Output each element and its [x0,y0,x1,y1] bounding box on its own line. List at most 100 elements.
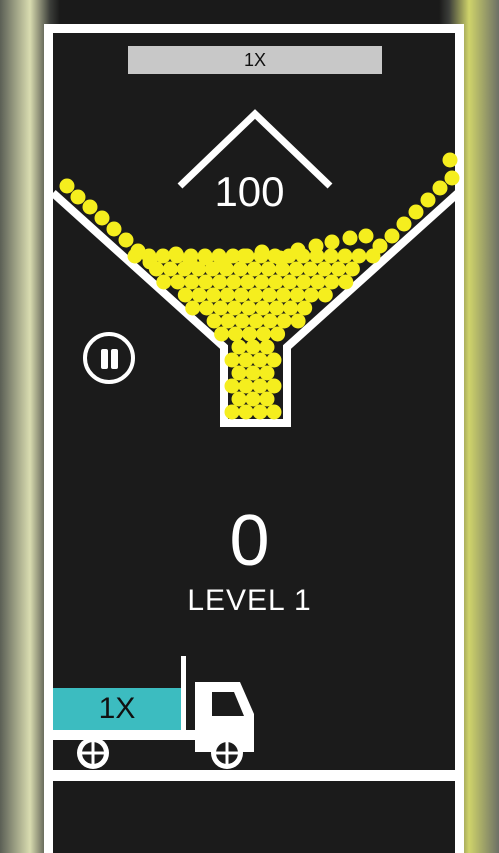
ball [142,254,158,270]
ball [290,242,306,258]
ball [252,404,268,420]
ball [224,404,240,420]
ball [282,274,298,290]
ball [198,250,214,266]
ball [224,378,240,394]
ball [219,287,235,303]
truck-bed [53,730,198,740]
ball [246,261,262,277]
ball [252,352,268,368]
ball [396,216,412,232]
ball [316,261,332,277]
ball [259,365,275,381]
ball [245,391,261,407]
ball [372,238,388,254]
ball [233,287,249,303]
ball [289,287,305,303]
ball [358,228,374,244]
ball [234,313,250,329]
target-count: 100 [214,168,285,215]
ball [254,244,270,260]
ball [226,274,242,290]
ball [275,287,291,303]
ball [324,234,340,250]
score: 0 [229,501,270,581]
ball [168,246,184,262]
ball [240,274,256,290]
ball [224,352,240,368]
ball [296,274,312,290]
truck-multiplier-label: 1X [98,692,136,725]
ball [308,238,324,254]
ball [252,378,268,394]
ball [256,326,272,342]
ball [177,287,193,303]
pause-button[interactable] [83,332,135,384]
ball [310,274,326,290]
ball [323,248,339,264]
ball [191,287,207,303]
ball [184,274,200,290]
ball [337,248,353,264]
ball [242,326,258,342]
ball [324,274,340,290]
level-label: LEVEL 1 [187,584,312,617]
ball [270,326,286,342]
ball [241,300,257,316]
ball [205,287,221,303]
ball [130,243,146,259]
ball [182,254,198,270]
funnel-wall-right [283,190,461,423]
ball [254,274,270,290]
ball [227,300,243,316]
ball [261,287,277,303]
ball [342,230,358,246]
ball [338,274,354,290]
wheel-icon [211,737,243,769]
ball [236,248,252,264]
ball [317,287,333,303]
ball [283,300,299,316]
ball [259,339,275,355]
ball [269,300,285,316]
ball [232,261,248,277]
ball [238,404,254,420]
ball [276,313,292,329]
ball [199,300,215,316]
ball [247,287,263,303]
ball [330,261,346,277]
ball [206,313,222,329]
ball [198,274,214,290]
ball [231,339,247,355]
ball [344,261,360,277]
ball [297,300,313,316]
ball [272,250,288,266]
ball [248,313,264,329]
ball [442,152,458,168]
ball [260,261,276,277]
ball [351,248,367,264]
ball [106,221,122,237]
ball [259,391,275,407]
ball [302,261,318,277]
truck-back-post [181,656,186,734]
wheel-icon [77,737,109,769]
ball [231,391,247,407]
ball [266,352,282,368]
ball [255,300,271,316]
ball [118,232,134,248]
ball [156,274,172,290]
ball [266,404,282,420]
ball [212,274,228,290]
ball [170,274,186,290]
ball [231,365,247,381]
multiplier-bar: 1X [128,46,382,74]
ball [268,274,284,290]
ball [238,378,254,394]
ball [384,228,400,244]
ball [245,339,261,355]
ball [214,326,230,342]
ball [290,313,306,329]
ball [185,300,201,316]
ball [162,261,178,277]
